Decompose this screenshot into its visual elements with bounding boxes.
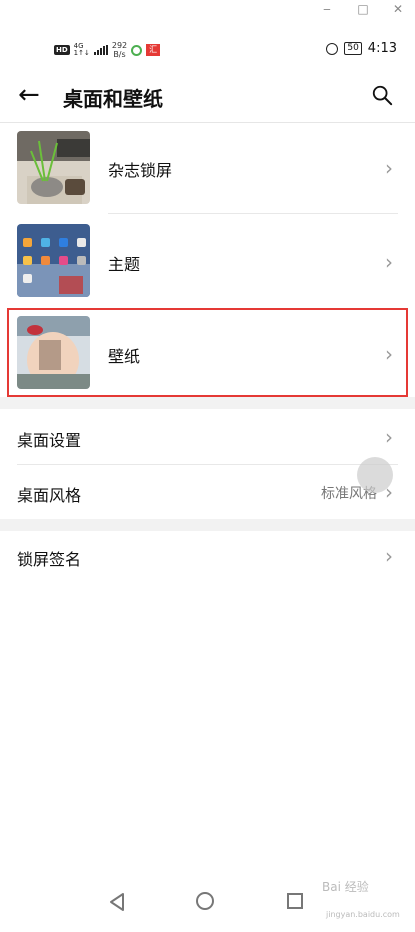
chevron-right-icon: › bbox=[385, 156, 393, 180]
nav-recent-icon[interactable] bbox=[287, 893, 303, 909]
alarm-icon bbox=[326, 42, 339, 55]
list-item-theme[interactable]: 主题 › bbox=[0, 214, 415, 307]
network-type: 4G 1↑↓ bbox=[74, 43, 90, 57]
app-bar: ← 桌面和壁纸 bbox=[0, 70, 415, 123]
speed-unit: B/s bbox=[113, 50, 126, 59]
minimize-button[interactable]: ‒ bbox=[318, 2, 336, 16]
app-badge-icon: 汇 bbox=[146, 44, 161, 56]
desktop-style-label: 桌面风格 bbox=[17, 486, 82, 505]
highlight-box bbox=[7, 308, 408, 397]
maximize-button[interactable]: □ bbox=[354, 2, 372, 16]
desktop-settings-row[interactable]: 桌面设置 › bbox=[0, 409, 415, 464]
search-icon[interactable] bbox=[371, 84, 393, 106]
theme-thumbnail bbox=[17, 224, 90, 297]
chrome-icon bbox=[131, 44, 143, 56]
back-arrow-icon[interactable]: ← bbox=[18, 82, 40, 108]
status-bar: HD 4G 1↑↓ 292 B/s 汇 50 4:13 bbox=[0, 32, 415, 68]
baidu-watermark: Bai 经验 bbox=[322, 880, 369, 894]
signal-icon bbox=[93, 45, 108, 55]
network-speed: 292 B/s bbox=[112, 41, 127, 59]
item-label: 杂志锁屏 bbox=[108, 161, 173, 180]
window-titlebar: ‒ □ ✕ bbox=[0, 0, 415, 22]
clock: 4:13 bbox=[367, 41, 397, 56]
battery-icon: 50 bbox=[344, 42, 362, 55]
nav-home-icon[interactable] bbox=[196, 892, 214, 910]
floating-button[interactable] bbox=[357, 457, 393, 493]
speed-value: 292 bbox=[111, 41, 128, 50]
network-sub: 1↑↓ bbox=[73, 49, 90, 57]
desktop-style-row[interactable]: 桌面风格 标准风格 › bbox=[0, 465, 415, 519]
chevron-right-icon: › bbox=[385, 250, 393, 274]
item-label: 主题 bbox=[108, 255, 141, 274]
section-gap bbox=[0, 519, 415, 531]
desktop-settings-label: 桌面设置 bbox=[17, 431, 82, 450]
lock-signature-row[interactable]: 锁屏签名 › bbox=[0, 531, 415, 583]
chevron-right-icon: › bbox=[385, 425, 393, 449]
lock-signature-label: 锁屏签名 bbox=[17, 550, 82, 569]
nav-back-icon[interactable] bbox=[108, 892, 126, 912]
section-gap bbox=[0, 397, 415, 409]
close-button[interactable]: ✕ bbox=[389, 2, 407, 16]
hd-icon: HD bbox=[54, 45, 70, 55]
magazine-thumbnail bbox=[17, 131, 90, 204]
list-item-magazine-lockscreen[interactable]: 杂志锁屏 › bbox=[0, 122, 415, 214]
chevron-right-icon: › bbox=[385, 544, 393, 568]
page-title: 桌面和壁纸 bbox=[63, 87, 163, 111]
baidu-watermark-url: jingyan.baidu.com bbox=[326, 910, 400, 919]
